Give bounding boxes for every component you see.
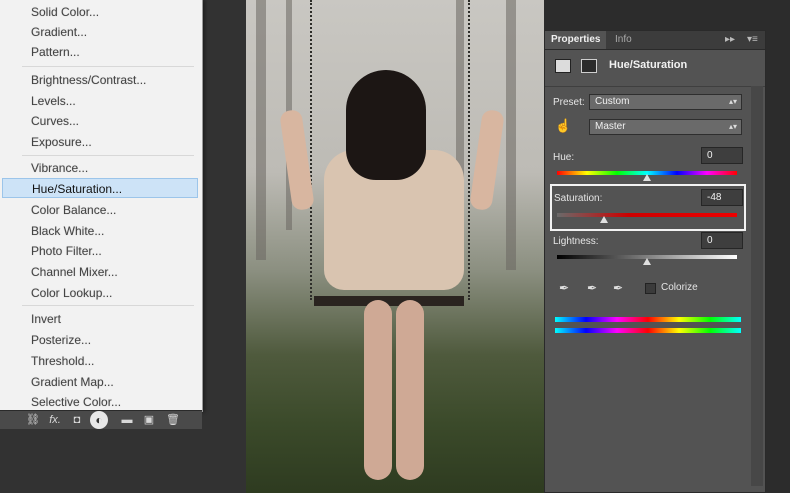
- figure-arm: [469, 108, 505, 212]
- menu-item-solid-color[interactable]: Solid Color...: [2, 2, 198, 22]
- menu-item-levels[interactable]: Levels...: [2, 91, 198, 111]
- adjustment-layer-icon[interactable]: ◐: [90, 411, 108, 429]
- swing-chain-right: [468, 0, 474, 300]
- eyedropper-minus-icon[interactable]: ✒: [611, 281, 625, 295]
- document-canvas[interactable]: [246, 0, 544, 493]
- menu-item-exposure[interactable]: Exposure...: [2, 132, 198, 152]
- menu-separator: [22, 305, 194, 306]
- menu-item-color-lookup[interactable]: Color Lookup...: [2, 283, 198, 303]
- lightness-value-field[interactable]: 0: [701, 232, 743, 249]
- menu-item-selective-color[interactable]: Selective Color...: [2, 392, 198, 412]
- saturation-label: Saturation:: [554, 193, 603, 204]
- menu-item-gradient[interactable]: Gradient...: [2, 22, 198, 42]
- menu-item-color-balance[interactable]: Color Balance...: [2, 200, 198, 220]
- menu-item-vibrance[interactable]: Vibrance...: [2, 158, 198, 178]
- menu-item-hue-saturation[interactable]: Hue/Saturation...: [2, 178, 198, 198]
- layer-mask-icon[interactable]: [581, 59, 597, 73]
- menu-item-black-white[interactable]: Black White...: [2, 221, 198, 241]
- lightness-slider-thumb[interactable]: [643, 258, 651, 265]
- channel-value: Master: [595, 121, 626, 132]
- output-color-spectrum: [555, 328, 741, 333]
- preset-label: Preset:: [553, 97, 585, 108]
- preset-value: Custom: [595, 96, 630, 107]
- panel-title: Hue/Saturation: [609, 59, 688, 71]
- channel-select[interactable]: Master ▴▾: [589, 119, 742, 135]
- layers-panel-toolbar: ⛓ fx. ◘ ◐ ▬ ▣ 🗑: [0, 410, 202, 429]
- eyedropper-icon[interactable]: ✒: [557, 281, 571, 295]
- menu-item-pattern[interactable]: Pattern...: [2, 42, 198, 62]
- colorize-label: Colorize: [661, 282, 698, 293]
- tab-info[interactable]: Info: [609, 31, 638, 49]
- targeted-adjustment-hand-icon[interactable]: ☝: [555, 118, 571, 134]
- saturation-slider-thumb[interactable]: [600, 216, 608, 223]
- saturation-value-field[interactable]: -48: [701, 189, 743, 206]
- divider: [545, 86, 765, 87]
- menu-item-threshold[interactable]: Threshold...: [2, 351, 198, 371]
- colorize-checkbox[interactable]: [645, 283, 656, 294]
- panel-tab-bar: Properties Info ▸▸ ▾≡: [545, 31, 765, 50]
- figure-leg: [396, 300, 424, 480]
- new-layer-icon[interactable]: ▣: [142, 413, 156, 427]
- tree-trunk: [506, 0, 516, 270]
- lightness-label: Lightness:: [553, 236, 599, 247]
- panel-scrollbar[interactable]: [751, 86, 763, 486]
- swing-chain-left: [310, 0, 316, 300]
- input-color-spectrum: [555, 317, 741, 322]
- menu-item-brightness-contrast[interactable]: Brightness/Contrast...: [2, 70, 198, 90]
- hue-value-field[interactable]: 0: [701, 147, 743, 164]
- updown-arrow-icon: ▴▾: [728, 122, 737, 131]
- collapse-icon[interactable]: ▸▸: [725, 31, 735, 49]
- menu-item-invert[interactable]: Invert: [2, 309, 198, 329]
- fx-button[interactable]: fx.: [48, 413, 62, 427]
- hue-slider-thumb[interactable]: [643, 174, 651, 181]
- mask-icon[interactable]: ◘: [70, 413, 84, 427]
- adjustment-menu: Solid Color... Gradient... Pattern... Br…: [0, 0, 203, 412]
- link-icon[interactable]: ⛓: [26, 413, 40, 427]
- tree-trunk: [256, 0, 266, 260]
- figure-leg: [364, 300, 392, 480]
- menu-item-gradient-map[interactable]: Gradient Map...: [2, 372, 198, 392]
- updown-arrow-icon: ▴▾: [728, 97, 737, 106]
- menu-item-curves[interactable]: Curves...: [2, 111, 198, 131]
- hue-saturation-icon: [555, 59, 571, 73]
- figure-hair: [346, 70, 426, 180]
- menu-separator: [22, 155, 194, 156]
- menu-item-photo-filter[interactable]: Photo Filter...: [2, 241, 198, 261]
- menu-item-channel-mixer[interactable]: Channel Mixer...: [2, 262, 198, 282]
- tab-properties[interactable]: Properties: [545, 31, 607, 49]
- properties-panel: Properties Info ▸▸ ▾≡ Hue/Saturation Pre…: [544, 30, 766, 493]
- saturation-slider-track[interactable]: [557, 213, 737, 217]
- menu-separator: [22, 66, 194, 67]
- hue-label: Hue:: [553, 152, 575, 163]
- eyedropper-plus-icon[interactable]: ✒: [585, 281, 599, 295]
- menu-item-posterize[interactable]: Posterize...: [2, 330, 198, 350]
- folder-icon[interactable]: ▬: [120, 413, 134, 427]
- preset-select[interactable]: Custom ▴▾: [589, 94, 742, 110]
- panel-menu-icon[interactable]: ▾≡: [747, 31, 758, 49]
- trash-icon[interactable]: 🗑: [166, 413, 180, 427]
